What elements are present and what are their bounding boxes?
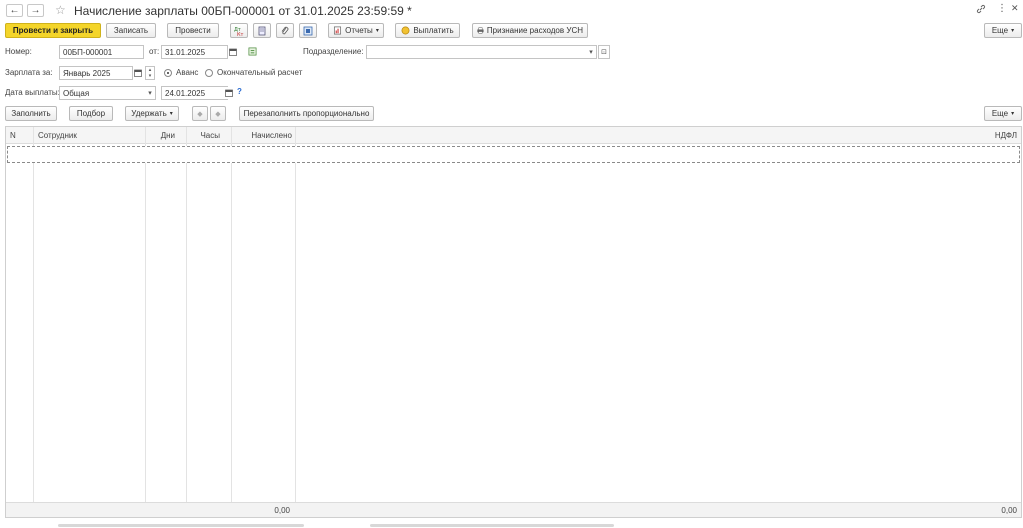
forward-button[interactable]: →	[27, 4, 44, 17]
calendar-icon[interactable]	[133, 67, 143, 79]
final-calculation-label: Окончательный расчет	[217, 68, 303, 77]
dropdown-arrow-icon[interactable]: ▾	[586, 46, 596, 58]
more-button[interactable]: Еще ▾	[984, 23, 1022, 38]
more-menu-icon[interactable]: ⋮	[997, 3, 1007, 14]
printer-icon	[477, 27, 484, 34]
attach-button[interactable]	[276, 23, 294, 38]
reports-label: Отчеты	[345, 26, 373, 35]
close-icon[interactable]: ✕	[1011, 3, 1019, 14]
help-icon[interactable]: ?	[237, 87, 242, 96]
table-row[interactable]	[7, 146, 1020, 163]
save-label: Записать	[113, 26, 149, 35]
column-header-employee[interactable]: Сотрудник	[38, 127, 138, 144]
more-label: Еще	[991, 26, 1009, 35]
link-icon[interactable]	[976, 4, 986, 16]
horizontal-scrollbar[interactable]	[58, 524, 304, 527]
total-ndfl: 0,00	[1001, 506, 1017, 515]
column-header-hours[interactable]: Часы	[186, 127, 220, 144]
column-header-ndfl[interactable]: НДФЛ	[960, 127, 1017, 144]
final-calculation-radio[interactable]	[205, 69, 213, 77]
stepper-down-icon[interactable]: ▾	[149, 73, 152, 79]
number-label: Номер:	[5, 47, 32, 56]
advance-label: Аванс	[176, 68, 199, 77]
back-button[interactable]: ←	[6, 4, 23, 17]
refill-label: Перезаполнить пропорционально	[243, 109, 370, 118]
forward-arrow-icon: →	[30, 5, 41, 16]
column-divider	[145, 127, 146, 517]
post-label: Провести	[175, 26, 211, 35]
back-arrow-icon: ←	[9, 5, 20, 16]
dropdown-caret-icon: ▾	[1011, 111, 1015, 117]
post-and-close-label: Провести и закрыть	[12, 26, 94, 35]
dt-kt-button[interactable]: Дт Кт	[230, 23, 248, 38]
calendar-icon[interactable]	[228, 46, 238, 58]
select-button[interactable]: Подбор	[69, 106, 113, 121]
paperclip-icon	[281, 26, 289, 34]
date-field[interactable]: 31.01.2025	[161, 45, 228, 59]
total-accrued: 0,00	[274, 506, 290, 515]
move-up-button[interactable]: ◆	[192, 106, 208, 121]
payment-type-select[interactable]: Общая	[59, 86, 156, 100]
department-field[interactable]	[366, 45, 597, 59]
dropdown-caret-icon: ▾	[1011, 28, 1015, 34]
table-more-label: Еще	[991, 109, 1009, 118]
refill-proportionally-button[interactable]: Перезаполнить пропорционально	[239, 106, 374, 121]
recognize-expenses-label: Признание расходов УСН	[486, 26, 583, 35]
report-icon	[334, 26, 342, 35]
advance-radio[interactable]	[164, 69, 172, 77]
salary-for-label: Зарплата за:	[5, 68, 53, 77]
save-button[interactable]: Записать	[106, 23, 156, 38]
post-and-close-button[interactable]: Провести и закрыть	[5, 23, 101, 38]
calendar-icon[interactable]	[224, 87, 234, 99]
payment-date-field[interactable]: 24.01.2025	[161, 86, 228, 100]
salary-period-field[interactable]: Январь 2025	[59, 66, 133, 80]
payment-date-label: Дата выплаты:	[5, 88, 60, 97]
fill-button[interactable]: Заполнить	[5, 106, 57, 121]
post-button[interactable]: Провести	[167, 23, 219, 38]
select-label: Подбор	[76, 109, 106, 118]
structure-icon	[303, 26, 313, 35]
column-header-days[interactable]: Дни	[145, 127, 175, 144]
recognize-expenses-button[interactable]: Признание расходов УСН	[472, 23, 588, 38]
column-header-n[interactable]: N	[10, 127, 30, 144]
favorite-star-icon[interactable]: ☆	[55, 3, 66, 17]
date-label: от:	[149, 47, 160, 56]
department-label: Подразделение:	[303, 47, 364, 56]
reports-button[interactable]: Отчеты ▾	[328, 23, 384, 38]
svg-text:Кт: Кт	[237, 32, 244, 36]
structure-button[interactable]	[299, 23, 317, 38]
document-icon	[258, 26, 266, 35]
column-divider	[186, 127, 187, 517]
dropdown-arrow-icon[interactable]: ▾	[145, 87, 155, 99]
column-divider	[295, 127, 296, 517]
fill-label: Заполнить	[11, 109, 51, 118]
withhold-label: Удержать	[131, 109, 167, 118]
withhold-button[interactable]: Удержать ▾	[125, 106, 179, 121]
move-down-button[interactable]: ◆	[210, 106, 226, 121]
dt-kt-icon: ДтКт	[234, 27, 244, 36]
arrow-up-icon: ◆	[197, 110, 203, 118]
open-link-icon[interactable]: ⊡	[598, 45, 610, 59]
dropdown-caret-icon: ▾	[169, 111, 173, 117]
accruals-table	[5, 126, 1022, 518]
page-title: Начисление зарплаты 00БП-000001 от 31.01…	[74, 4, 412, 18]
number-field[interactable]: 00БП-000001	[59, 45, 144, 59]
column-header-accrued[interactable]: Начислено	[232, 127, 292, 144]
pay-label: Выплатить	[413, 26, 454, 35]
pay-button[interactable]: Выплатить	[395, 23, 460, 38]
column-divider	[231, 127, 232, 517]
calculator-icon[interactable]	[248, 47, 257, 58]
table-more-button[interactable]: Еще ▾	[984, 106, 1022, 121]
horizontal-scrollbar[interactable]	[370, 524, 614, 527]
arrow-down-icon: ◆	[215, 110, 221, 118]
column-divider	[33, 127, 34, 517]
table-footer	[6, 502, 1021, 517]
print-doc-button[interactable]	[253, 23, 271, 38]
dropdown-caret-icon: ▾	[375, 28, 379, 34]
period-stepper[interactable]: ▴ ▾	[145, 66, 155, 80]
coin-icon	[401, 26, 410, 35]
